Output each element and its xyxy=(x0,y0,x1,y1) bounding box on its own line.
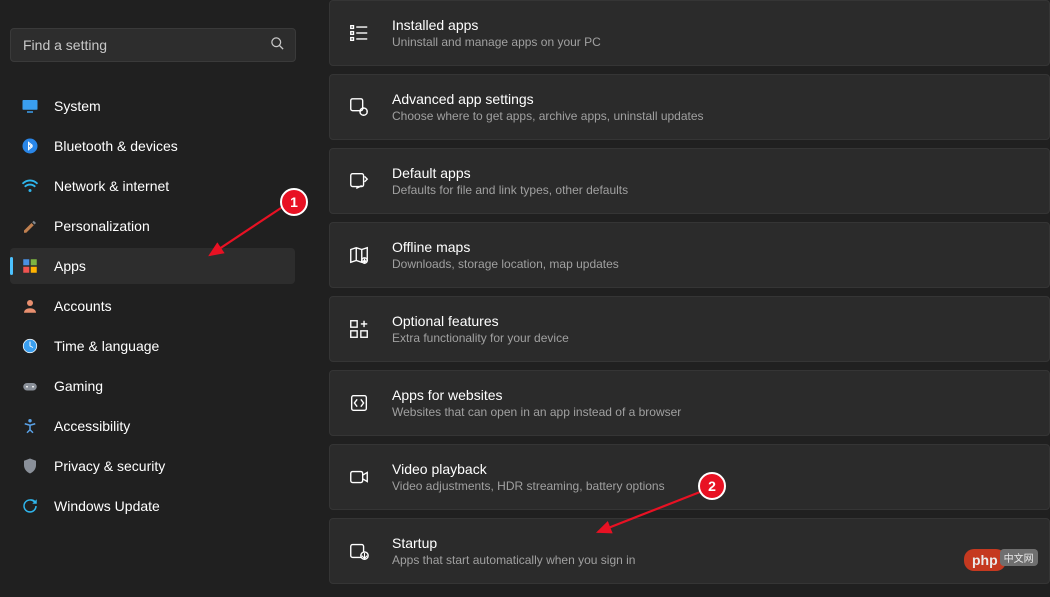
card-title: Offline maps xyxy=(392,239,619,255)
card-advanced-settings[interactable]: Advanced app settings Choose where to ge… xyxy=(329,74,1050,140)
sidebar: System Bluetooth & devices Network & int… xyxy=(0,0,305,597)
search-input[interactable] xyxy=(23,37,270,53)
default-apps-icon xyxy=(346,168,372,194)
card-title: Video playback xyxy=(392,461,665,477)
app-gear-icon xyxy=(346,94,372,120)
map-icon xyxy=(346,242,372,268)
clock-globe-icon xyxy=(20,336,40,356)
card-startup[interactable]: Startup Apps that start automatically wh… xyxy=(329,518,1050,584)
sidebar-item-privacy[interactable]: Privacy & security xyxy=(10,448,295,484)
grid-plus-icon xyxy=(346,316,372,342)
sidebar-item-accounts[interactable]: Accounts xyxy=(10,288,295,324)
sidebar-item-label: System xyxy=(54,98,101,114)
accessibility-icon xyxy=(20,416,40,436)
sidebar-item-update[interactable]: Windows Update xyxy=(10,488,295,524)
card-subtitle: Downloads, storage location, map updates xyxy=(392,257,619,271)
shield-icon xyxy=(20,456,40,476)
card-apps-for-websites[interactable]: Apps for websites Websites that can open… xyxy=(329,370,1050,436)
sidebar-item-bluetooth[interactable]: Bluetooth & devices xyxy=(10,128,295,164)
sidebar-item-label: Time & language xyxy=(54,338,159,354)
sidebar-item-label: Network & internet xyxy=(54,178,169,194)
card-subtitle: Websites that can open in an app instead… xyxy=(392,405,681,419)
annotation-badge-1: 1 xyxy=(280,188,308,216)
list-icon xyxy=(346,20,372,46)
watermark: php中文网 xyxy=(964,549,1038,579)
sidebar-item-personalization[interactable]: Personalization xyxy=(10,208,295,244)
gamepad-icon xyxy=(20,376,40,396)
update-icon xyxy=(20,496,40,516)
watermark-suffix: 中文网 xyxy=(1000,549,1038,566)
card-installed-apps[interactable]: Installed apps Uninstall and manage apps… xyxy=(329,0,1050,66)
search-container xyxy=(10,0,295,80)
card-title: Apps for websites xyxy=(392,387,681,403)
card-title: Startup xyxy=(392,535,635,551)
sidebar-item-label: Accounts xyxy=(54,298,112,314)
sidebar-item-time[interactable]: Time & language xyxy=(10,328,295,364)
card-default-apps[interactable]: Default apps Defaults for file and link … xyxy=(329,148,1050,214)
startup-icon xyxy=(346,538,372,564)
app-link-icon xyxy=(346,390,372,416)
sidebar-item-label: Gaming xyxy=(54,378,103,394)
sidebar-item-accessibility[interactable]: Accessibility xyxy=(10,408,295,444)
person-icon xyxy=(20,296,40,316)
sidebar-item-gaming[interactable]: Gaming xyxy=(10,368,295,404)
card-optional-features[interactable]: Optional features Extra functionality fo… xyxy=(329,296,1050,362)
sidebar-item-system[interactable]: System xyxy=(10,88,295,124)
main-content: Installed apps Uninstall and manage apps… xyxy=(305,0,1050,597)
display-icon xyxy=(20,96,40,116)
bluetooth-icon xyxy=(20,136,40,156)
sidebar-item-label: Windows Update xyxy=(54,498,160,514)
sidebar-item-label: Apps xyxy=(54,258,86,274)
annotation-badge-2: 2 xyxy=(698,472,726,500)
wifi-icon xyxy=(20,176,40,196)
card-subtitle: Uninstall and manage apps on your PC xyxy=(392,35,601,49)
card-subtitle: Video adjustments, HDR streaming, batter… xyxy=(392,479,665,493)
card-subtitle: Extra functionality for your device xyxy=(392,331,569,345)
nav-list: System Bluetooth & devices Network & int… xyxy=(10,80,295,524)
video-icon xyxy=(346,464,372,490)
sidebar-item-label: Personalization xyxy=(54,218,150,234)
card-offline-maps[interactable]: Offline maps Downloads, storage location… xyxy=(329,222,1050,288)
sidebar-item-label: Bluetooth & devices xyxy=(54,138,178,154)
card-subtitle: Defaults for file and link types, other … xyxy=(392,183,628,197)
sidebar-item-label: Privacy & security xyxy=(54,458,165,474)
card-subtitle: Choose where to get apps, archive apps, … xyxy=(392,109,704,123)
card-title: Installed apps xyxy=(392,17,601,33)
apps-icon xyxy=(20,256,40,276)
sidebar-item-apps[interactable]: Apps xyxy=(10,248,295,284)
sidebar-item-label: Accessibility xyxy=(54,418,130,434)
search-icon xyxy=(270,36,285,54)
brush-icon xyxy=(20,216,40,236)
card-video-playback[interactable]: Video playback Video adjustments, HDR st… xyxy=(329,444,1050,510)
card-title: Optional features xyxy=(392,313,569,329)
card-title: Default apps xyxy=(392,165,628,181)
sidebar-item-network[interactable]: Network & internet xyxy=(10,168,295,204)
card-subtitle: Apps that start automatically when you s… xyxy=(392,553,635,567)
search-input-wrap[interactable] xyxy=(10,28,296,62)
card-title: Advanced app settings xyxy=(392,91,704,107)
